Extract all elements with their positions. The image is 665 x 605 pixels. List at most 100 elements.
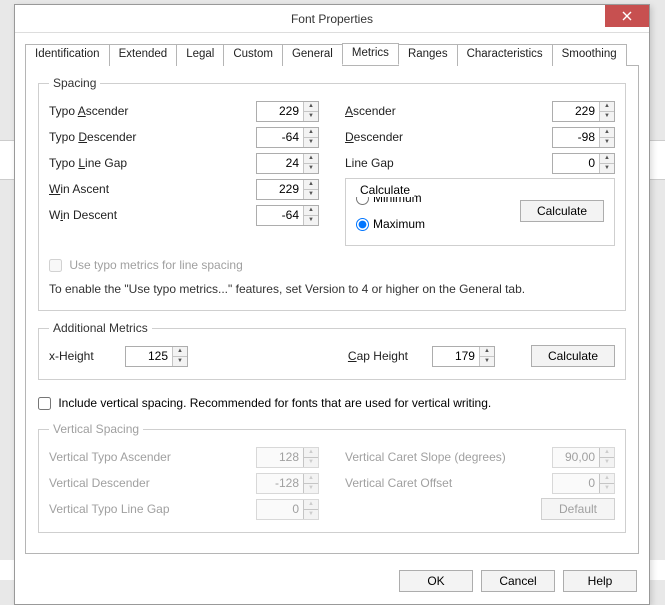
typo-hint: To enable the "Use typo metrics..." feat… [49,282,615,296]
close-button[interactable] [605,5,649,27]
ascender-input[interactable] [553,102,599,121]
include-vertical-checkbox-label[interactable]: Include vertical spacing. Recommended fo… [38,396,491,410]
spin-down-icon: ▼ [600,457,614,467]
v-typo-line-gap-spinner: ▲▼ [256,499,319,520]
v-descender-spinner: ▲▼ [256,473,319,494]
spin-up-icon[interactable]: ▲ [304,206,318,215]
typo-descender-label: Typo Descender [49,130,169,144]
spin-down-icon[interactable]: ▼ [480,356,494,366]
spin-up-icon[interactable]: ▲ [173,347,187,356]
line-gap-spinner[interactable]: ▲▼ [552,153,615,174]
maximum-radio-label[interactable]: Maximum [356,217,425,231]
spin-down-icon: ▼ [600,483,614,493]
v-caret-slope-spinner: ▲▼ [552,447,615,468]
typo-line-gap-input[interactable] [257,154,303,173]
spin-up-icon[interactable]: ▲ [600,128,614,137]
calculate-legend: Calculate [356,183,414,197]
additional-metrics-group: Additional Metrics x-Height ▲▼ Cap Heigh… [38,321,626,380]
spin-up-icon[interactable]: ▲ [304,180,318,189]
spin-down-icon[interactable]: ▼ [600,111,614,121]
close-icon [622,11,632,21]
tab-identification[interactable]: Identification [25,44,110,66]
spin-up-icon: ▲ [600,474,614,483]
dialog-title: Font Properties [291,12,373,26]
x-height-spinner[interactable]: ▲▼ [125,346,188,367]
spin-up-icon[interactable]: ▲ [480,347,494,356]
win-descent-spinner[interactable]: ▲▼ [256,205,319,226]
cap-height-input[interactable] [433,347,479,366]
tab-custom[interactable]: Custom [223,44,283,66]
spin-down-icon[interactable]: ▼ [304,215,318,225]
cancel-button[interactable]: Cancel [481,570,555,592]
spin-up-icon[interactable]: ▲ [304,128,318,137]
descender-spinner[interactable]: ▲▼ [552,127,615,148]
typo-line-gap-label: Typo Line Gap [49,156,169,170]
v-descender-input [257,474,303,493]
spin-up-icon[interactable]: ▲ [304,102,318,111]
ok-button[interactable]: OK [399,570,473,592]
spin-down-icon: ▼ [304,457,318,467]
calculate-additional-button[interactable]: Calculate [531,345,615,367]
spin-up-icon[interactable]: ▲ [600,154,614,163]
descender-input[interactable] [553,128,599,147]
calculate-group: Calculate Minimum Maximum Calculate [345,178,615,246]
spin-up-icon: ▲ [304,500,318,509]
tab-metrics[interactable]: Metrics [342,43,399,65]
v-typo-ascender-spinner: ▲▼ [256,447,319,468]
tab-strip: Identification Extended Legal Custom Gen… [15,33,649,65]
tab-content-metrics: Spacing Typo Ascender ▲▼ Typo Descender [25,65,639,554]
default-button: Default [541,498,615,520]
win-ascent-spinner[interactable]: ▲▼ [256,179,319,200]
typo-ascender-spinner[interactable]: ▲▼ [256,101,319,122]
v-typo-line-gap-input [257,500,303,519]
spin-down-icon[interactable]: ▼ [600,137,614,147]
include-vertical-checkbox[interactable] [38,397,51,410]
tab-general[interactable]: General [282,44,343,66]
ascender-spinner[interactable]: ▲▼ [552,101,615,122]
ascender-label: Ascender [345,104,441,118]
tab-extended[interactable]: Extended [109,44,178,66]
line-gap-label: Line Gap [345,156,441,170]
win-descent-label: Win Descent [49,208,169,222]
win-descent-input[interactable] [257,206,303,225]
line-gap-input[interactable] [553,154,599,173]
vertical-spacing-group: Vertical Spacing Vertical Typo Ascender … [38,422,626,533]
spin-down-icon[interactable]: ▼ [600,163,614,173]
spin-up-icon: ▲ [600,448,614,457]
spin-down-icon[interactable]: ▼ [304,111,318,121]
typo-descender-spinner[interactable]: ▲▼ [256,127,319,148]
spin-down-icon[interactable]: ▼ [304,189,318,199]
typo-descender-input[interactable] [257,128,303,147]
win-ascent-input[interactable] [257,180,303,199]
spin-up-icon[interactable]: ▲ [600,102,614,111]
spin-up-icon[interactable]: ▲ [304,154,318,163]
typo-line-gap-spinner[interactable]: ▲▼ [256,153,319,174]
calculate-spacing-button[interactable]: Calculate [520,200,604,222]
dialog-button-row: OK Cancel Help [15,562,649,604]
tab-ranges[interactable]: Ranges [398,44,458,66]
spacing-legend: Spacing [49,76,100,90]
typo-ascender-input[interactable] [257,102,303,121]
use-typo-label: Use typo metrics for line spacing [69,258,242,272]
spin-down-icon[interactable]: ▼ [173,356,187,366]
tab-characteristics[interactable]: Characteristics [457,44,553,66]
x-height-label: x-Height [49,349,119,363]
v-descender-label: Vertical Descender [49,476,199,490]
spin-down-icon: ▼ [304,509,318,519]
spin-up-icon: ▲ [304,474,318,483]
spacing-group: Spacing Typo Ascender ▲▼ Typo Descender [38,76,626,311]
maximum-label: Maximum [373,217,425,231]
v-typo-ascender-input [257,448,303,467]
v-caret-slope-input [553,448,599,467]
maximum-radio[interactable] [356,218,369,231]
help-button[interactable]: Help [563,570,637,592]
vertical-spacing-legend: Vertical Spacing [49,422,143,436]
cap-height-spinner[interactable]: ▲▼ [432,346,495,367]
tab-smoothing[interactable]: Smoothing [552,44,627,66]
win-ascent-label: Win Ascent [49,182,169,196]
spin-down-icon[interactable]: ▼ [304,137,318,147]
v-typo-line-gap-label: Vertical Typo Line Gap [49,502,199,516]
x-height-input[interactable] [126,347,172,366]
spin-down-icon[interactable]: ▼ [304,163,318,173]
tab-legal[interactable]: Legal [176,44,224,66]
